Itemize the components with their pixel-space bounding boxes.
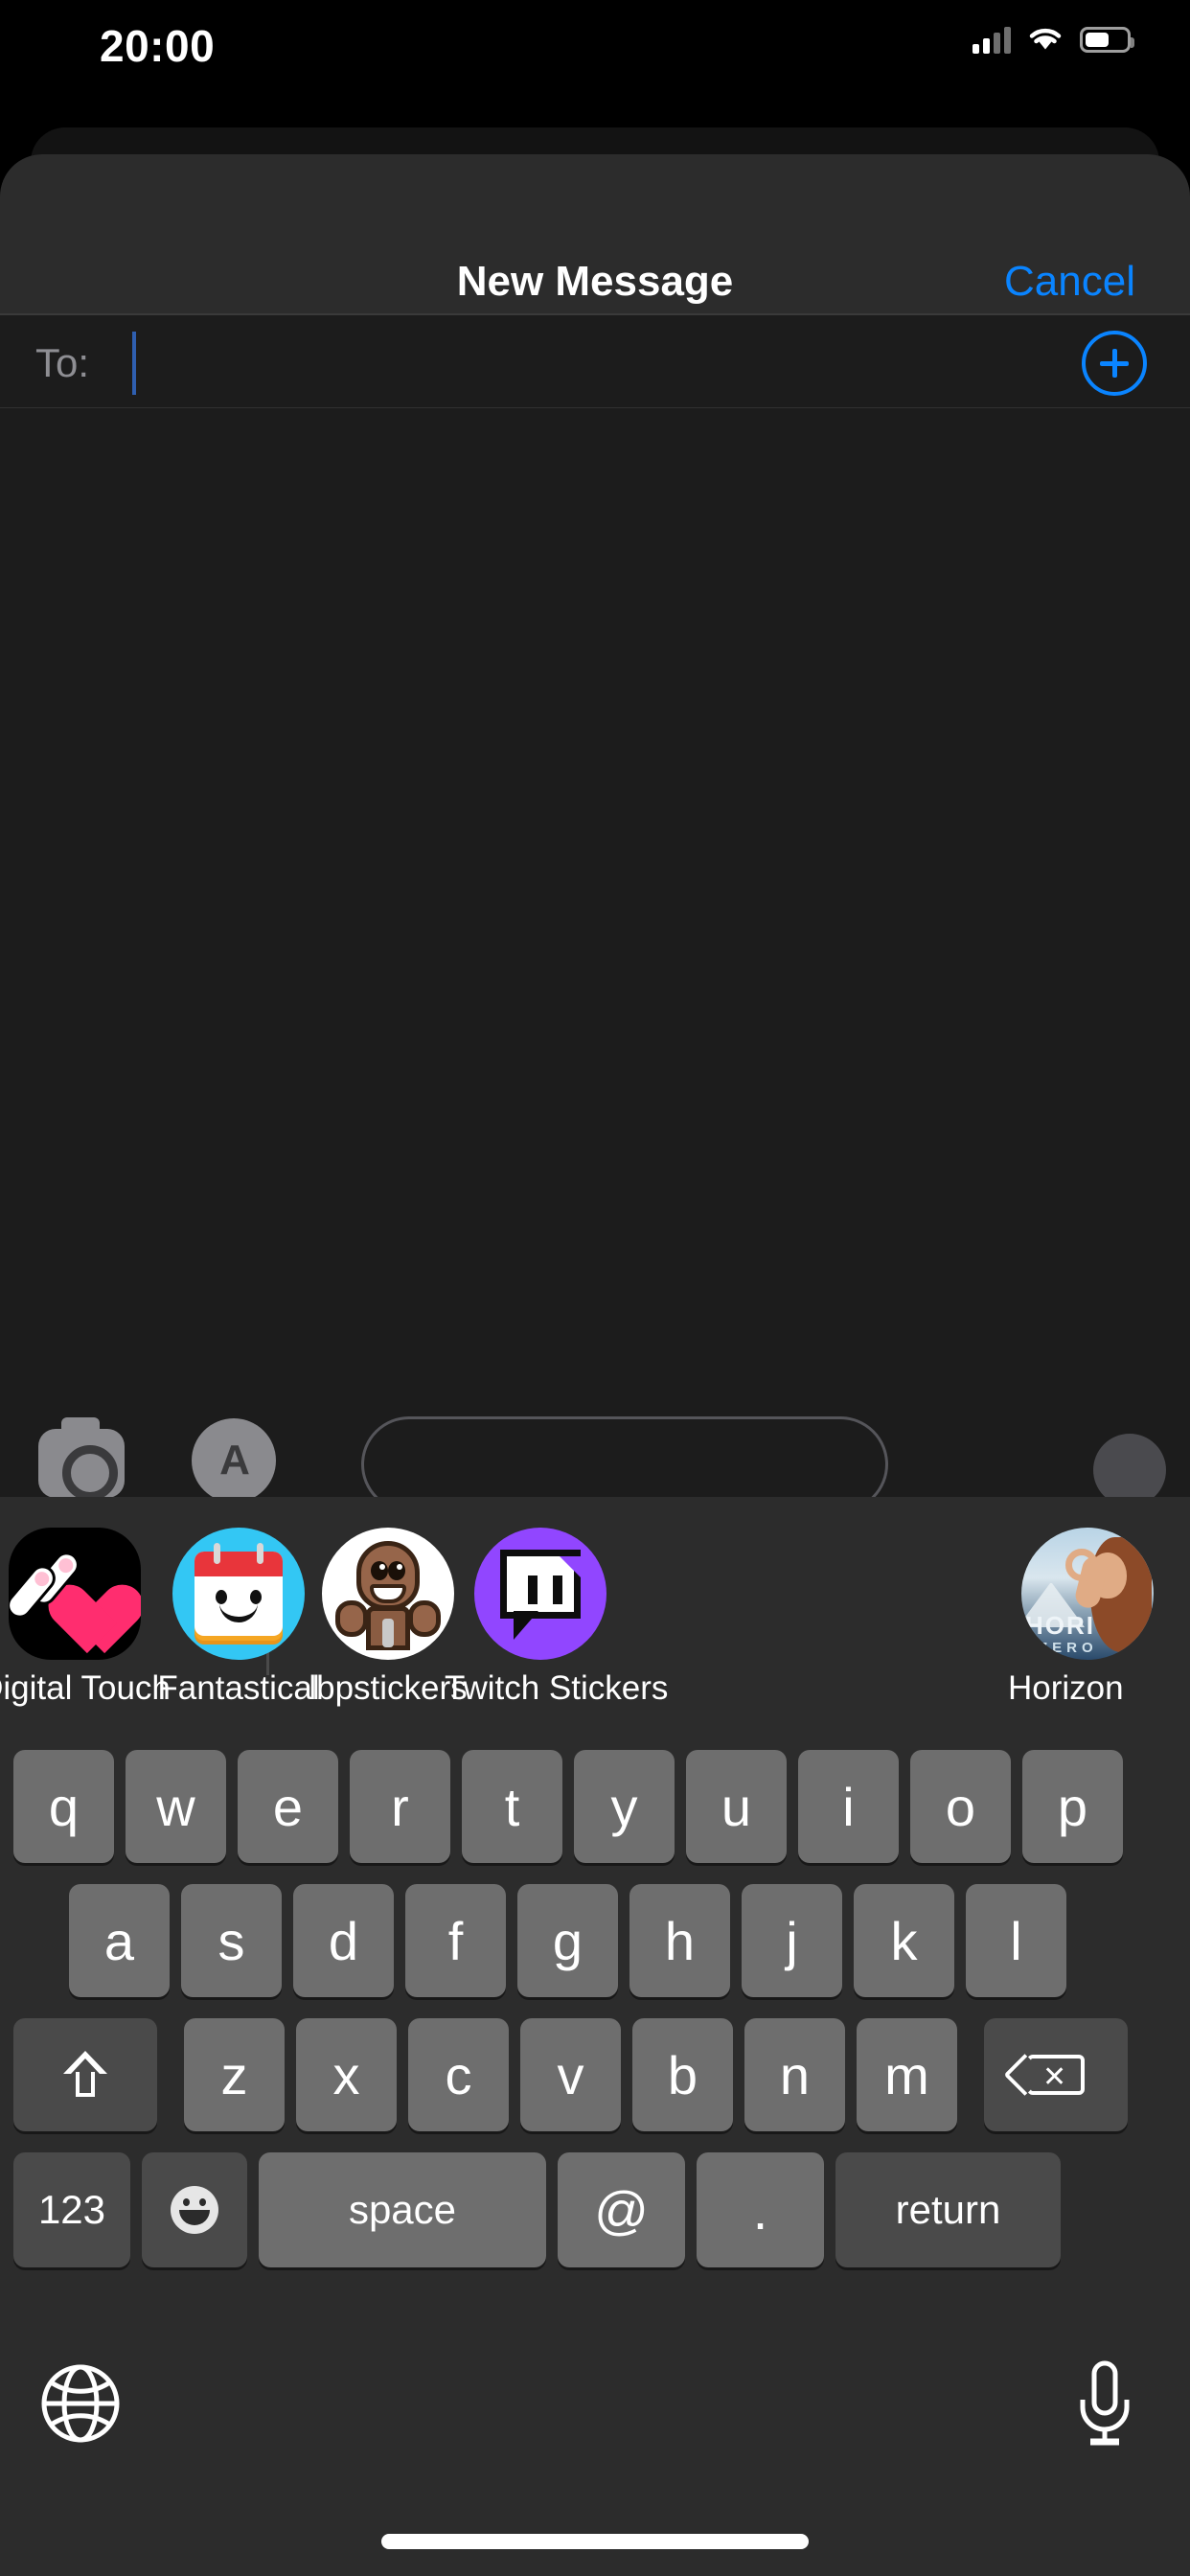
app-item-twitch-stickers[interactable]: Twitch Stickers — [445, 1528, 669, 1708]
keyboard-row-4: 123 space @ . return — [0, 2152, 1190, 2267]
audio-record-icon[interactable] — [1093, 1434, 1166, 1506]
key-g[interactable]: g — [517, 1884, 618, 1997]
key-b[interactable]: b — [632, 2018, 733, 2131]
imessage-app-drawer[interactable]: Digital Touch Fantastical — [0, 1497, 1190, 1714]
keyboard-row-1: q w e r t y u i o p — [0, 1750, 1190, 1863]
key-period[interactable]: . — [697, 2152, 824, 2267]
app-label: Twitch Stickers — [445, 1669, 669, 1707]
horizon-art-subtitle: ZERO — [1039, 1640, 1098, 1656]
app-label: Horizon — [1008, 1669, 1124, 1707]
battery-icon — [1080, 26, 1134, 53]
key-k[interactable]: k — [854, 1884, 954, 1997]
key-s[interactable]: s — [181, 1884, 282, 1997]
keyboard-row-2: a s d f g h j k l — [0, 1884, 1190, 1997]
key-h[interactable]: h — [629, 1884, 730, 1997]
microphone-icon[interactable] — [1067, 2359, 1142, 2448]
cellular-signal-icon — [973, 25, 1011, 54]
key-f[interactable]: f — [405, 1884, 506, 1997]
key-x[interactable]: x — [296, 2018, 397, 2131]
status-bar: 20:00 — [0, 0, 1190, 88]
key-l[interactable]: l — [966, 1884, 1066, 1997]
key-p[interactable]: p — [1022, 1750, 1123, 1863]
key-t[interactable]: t — [462, 1750, 562, 1863]
key-return[interactable]: return — [835, 2152, 1061, 2267]
key-at[interactable]: @ — [558, 2152, 685, 2267]
key-q[interactable]: q — [13, 1750, 114, 1863]
cancel-button[interactable]: Cancel — [1004, 258, 1135, 306]
key-c[interactable]: c — [408, 2018, 509, 2131]
key-o[interactable]: o — [910, 1750, 1011, 1863]
fantastical-calendar-icon — [172, 1528, 305, 1660]
message-input-bar: A — [0, 1388, 1190, 1512]
horizon-zero-dawn-icon: HORI ZERO — [1021, 1528, 1154, 1660]
key-i[interactable]: i — [798, 1750, 899, 1863]
key-r[interactable]: r — [350, 1750, 450, 1863]
key-n[interactable]: n — [744, 2018, 845, 2131]
horizon-art-title: HORI — [1025, 1611, 1095, 1640]
key-w[interactable]: w — [126, 1750, 226, 1863]
keyboard-row-3: z x c v b n m ✕ — [0, 2018, 1190, 2131]
digital-touch-icon — [9, 1528, 141, 1660]
key-v[interactable]: v — [520, 2018, 621, 2131]
key-j[interactable]: j — [742, 1884, 842, 1997]
plus-circle-icon[interactable] — [1082, 331, 1147, 396]
app-store-icon[interactable]: A — [192, 1418, 276, 1503]
text-caret — [132, 332, 136, 395]
nav-bar: New Message Cancel — [0, 154, 1190, 313]
battery-fill — [1086, 32, 1109, 47]
status-bar-indicators — [973, 25, 1134, 54]
key-d[interactable]: d — [293, 1884, 394, 1997]
sackboy-sticker-icon — [322, 1528, 454, 1660]
iphone-screen: 20:00 New Message Cancel To: A igital To… — [0, 0, 1190, 2576]
battery-cap — [1131, 36, 1134, 48]
recipient-row[interactable]: To: — [0, 313, 1190, 409]
emoji-smiley-icon[interactable] — [142, 2152, 247, 2267]
twitch-glitch-icon — [474, 1528, 606, 1660]
shift-arrow-icon[interactable] — [13, 2018, 157, 2131]
camera-icon[interactable] — [38, 1417, 125, 1502]
key-space[interactable]: space — [259, 2152, 546, 2267]
key-u[interactable]: u — [686, 1750, 787, 1863]
app-item-horizon[interactable]: HORI ZERO Horizon — [987, 1528, 1190, 1708]
key-z[interactable]: z — [184, 2018, 285, 2131]
keyboard-bottom-bar — [0, 2317, 1190, 2576]
to-label: To: — [35, 340, 90, 385]
key-a[interactable]: a — [69, 1884, 170, 1997]
wifi-icon — [1029, 28, 1062, 50]
key-e[interactable]: e — [238, 1750, 338, 1863]
status-bar-time: 20:00 — [100, 21, 216, 71]
key-numbers[interactable]: 123 — [13, 2152, 130, 2267]
app-store-glyph: A — [219, 1437, 250, 1484]
home-indicator[interactable] — [381, 2534, 809, 2549]
globe-language-icon[interactable] — [40, 2363, 121, 2444]
key-m[interactable]: m — [857, 2018, 957, 2131]
key-y[interactable]: y — [574, 1750, 675, 1863]
backspace-delete-icon[interactable]: ✕ — [984, 2018, 1128, 2131]
